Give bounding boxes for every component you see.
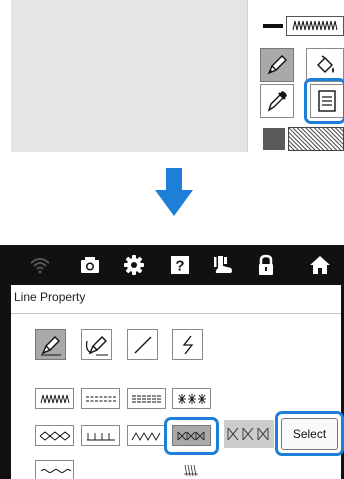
pattern-decorative[interactable]	[172, 460, 211, 479]
divider	[11, 313, 341, 314]
drawing-canvas[interactable]	[11, 0, 247, 152]
pen-icon	[40, 335, 61, 355]
top-screen	[0, 0, 344, 152]
wave-v-stitch-icon	[131, 431, 160, 441]
pattern-preview	[224, 420, 274, 448]
fill-tool-button[interactable]	[306, 48, 344, 82]
dashed-double-stitch-icon	[85, 396, 116, 401]
triple-dashed-stitch-icon	[131, 395, 162, 402]
pattern-triple-dashed[interactable]	[127, 388, 166, 409]
dialog-title: Line Property	[14, 290, 86, 304]
wifi-icon	[30, 258, 50, 274]
pattern-blanket[interactable]	[81, 425, 120, 446]
decorative-stitch-icon	[183, 464, 198, 476]
home-button[interactable]	[300, 245, 340, 285]
line-thickness-bar	[263, 24, 283, 28]
wifi-button[interactable]	[20, 245, 60, 285]
gear-icon	[124, 255, 144, 275]
down-arrow-icon	[155, 168, 193, 216]
zigzag-stitch-icon	[292, 20, 338, 31]
pattern-wave[interactable]	[35, 460, 74, 479]
eyedropper-tool-button[interactable]	[260, 84, 294, 118]
line-color-swatch[interactable]	[263, 128, 285, 150]
settings-button[interactable]	[114, 245, 154, 285]
pattern-dashed-double[interactable]	[81, 388, 120, 409]
pen-curve-mode-button[interactable]	[81, 329, 112, 360]
fill-pattern-swatch[interactable]	[288, 127, 344, 151]
home-icon	[310, 256, 330, 274]
eyedropper-icon	[267, 91, 287, 112]
fill-bucket-icon	[317, 55, 334, 73]
line-preview	[259, 14, 344, 38]
lock-button[interactable]	[246, 245, 286, 285]
help-button[interactable]: ?	[160, 245, 200, 285]
help-glyph: ?	[175, 258, 184, 275]
camera-icon	[81, 257, 99, 273]
camera-button[interactable]	[70, 245, 110, 285]
pen-tool-button[interactable]	[260, 48, 294, 82]
cross-stitch-icon	[177, 393, 206, 404]
feather-cross-stitch-icon	[227, 427, 269, 441]
pen-mode-button[interactable]	[35, 329, 66, 360]
selected-pattern-highlight	[164, 417, 219, 455]
zigzag-line-mode-button[interactable]	[172, 329, 203, 360]
pattern-zigzag[interactable]	[35, 388, 74, 409]
pattern-diamond[interactable]	[35, 425, 74, 446]
zigzag-stitch-icon	[40, 394, 69, 403]
foot-icon	[214, 256, 232, 273]
select-button-highlight	[275, 411, 344, 456]
line-property-highlight	[304, 78, 344, 124]
diamond-stitch-icon	[39, 430, 70, 441]
straight-line-icon	[134, 336, 151, 353]
wave-stitch-icon	[40, 469, 71, 473]
pen-icon	[267, 55, 287, 75]
pattern-wave-v[interactable]	[127, 425, 166, 446]
blanket-stitch-icon	[86, 432, 115, 440]
zigzag-line-icon	[182, 335, 193, 354]
straight-line-mode-button[interactable]	[127, 329, 158, 360]
header-bar: ?	[0, 245, 344, 285]
line-pattern-preview	[286, 16, 344, 36]
pattern-cross[interactable]	[172, 388, 211, 409]
presser-foot-button[interactable]	[203, 245, 243, 285]
help-icon: ?	[171, 256, 189, 275]
lock-icon	[259, 254, 273, 275]
pen-curve-icon	[85, 335, 108, 355]
